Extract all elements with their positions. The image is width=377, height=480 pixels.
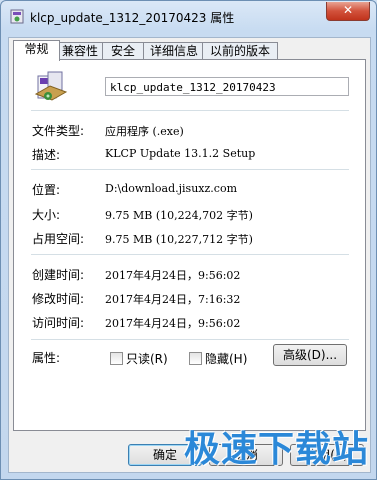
separator xyxy=(31,254,349,255)
hidden-option[interactable]: 隐藏(H) xyxy=(189,350,247,367)
installer-file-icon xyxy=(34,71,68,101)
hidden-checkbox[interactable] xyxy=(189,352,202,365)
location-label: 位置: xyxy=(32,183,61,197)
separator xyxy=(31,169,349,170)
size-label: 大小: xyxy=(32,208,61,222)
separator xyxy=(31,110,349,111)
modified-value: 2017年4月24日，7:16:32 xyxy=(105,293,241,306)
tab-compatibility[interactable]: 兼容性 xyxy=(55,42,105,60)
accessed-value: 2017年4月24日，9:56:02 xyxy=(105,317,241,330)
file-type-value: 应用程序 (.exe) xyxy=(105,125,184,138)
size-on-disk-label: 占用空间: xyxy=(32,232,85,246)
apply-button[interactable]: 应用(A) xyxy=(290,444,364,466)
dialog-client: 常规 兼容性 安全 详细信息 以前的版本 klcp_update_1312_20… xyxy=(8,37,371,473)
size-value: 9.75 MB (10,224,702 字节) xyxy=(105,209,253,222)
readonly-checkbox[interactable] xyxy=(110,352,123,365)
tab-general[interactable]: 常规 xyxy=(13,40,60,61)
description-value: KLCP Update 13.1.2 Setup xyxy=(105,147,256,160)
general-panel: klcp_update_1312_20170423 文件类型: 应用程序 (.e… xyxy=(13,59,366,431)
readonly-option[interactable]: 只读(R) xyxy=(110,350,168,367)
accessed-label: 访问时间: xyxy=(32,316,85,330)
size-on-disk-value: 9.75 MB (10,227,712 字节) xyxy=(105,233,253,246)
tab-previous-versions[interactable]: 以前的版本 xyxy=(202,42,278,60)
file-name-field[interactable]: klcp_update_1312_20170423 xyxy=(105,77,349,96)
close-button[interactable]: ✕ xyxy=(326,2,370,21)
created-label: 创建时间: xyxy=(32,268,85,282)
advanced-button[interactable]: 高级(D)... xyxy=(273,344,347,366)
created-value: 2017年4月24日，9:56:02 xyxy=(105,269,241,282)
file-type-label: 文件类型: xyxy=(32,124,85,138)
properties-window: klcp_update_1312_20170423 属性 ✕ 常规 兼容性 安全… xyxy=(0,0,377,480)
app-icon xyxy=(10,9,24,24)
separator xyxy=(31,339,349,340)
ok-button[interactable]: 确定 xyxy=(128,444,202,466)
tab-security[interactable]: 安全 xyxy=(102,42,144,60)
readonly-label: 只读(R) xyxy=(126,352,168,366)
title-bar[interactable]: klcp_update_1312_20170423 属性 ✕ xyxy=(1,1,376,31)
hidden-label: 隐藏(H) xyxy=(205,352,248,366)
tab-details[interactable]: 详细信息 xyxy=(143,42,205,60)
modified-label: 修改时间: xyxy=(32,292,85,306)
cancel-button[interactable]: 取消 xyxy=(209,444,283,466)
location-value: D:\download.jisuxz.com xyxy=(105,182,237,195)
description-label: 描述: xyxy=(32,148,61,162)
window-title: klcp_update_1312_20170423 属性 xyxy=(30,11,235,25)
attributes-label: 属性: xyxy=(32,351,61,365)
